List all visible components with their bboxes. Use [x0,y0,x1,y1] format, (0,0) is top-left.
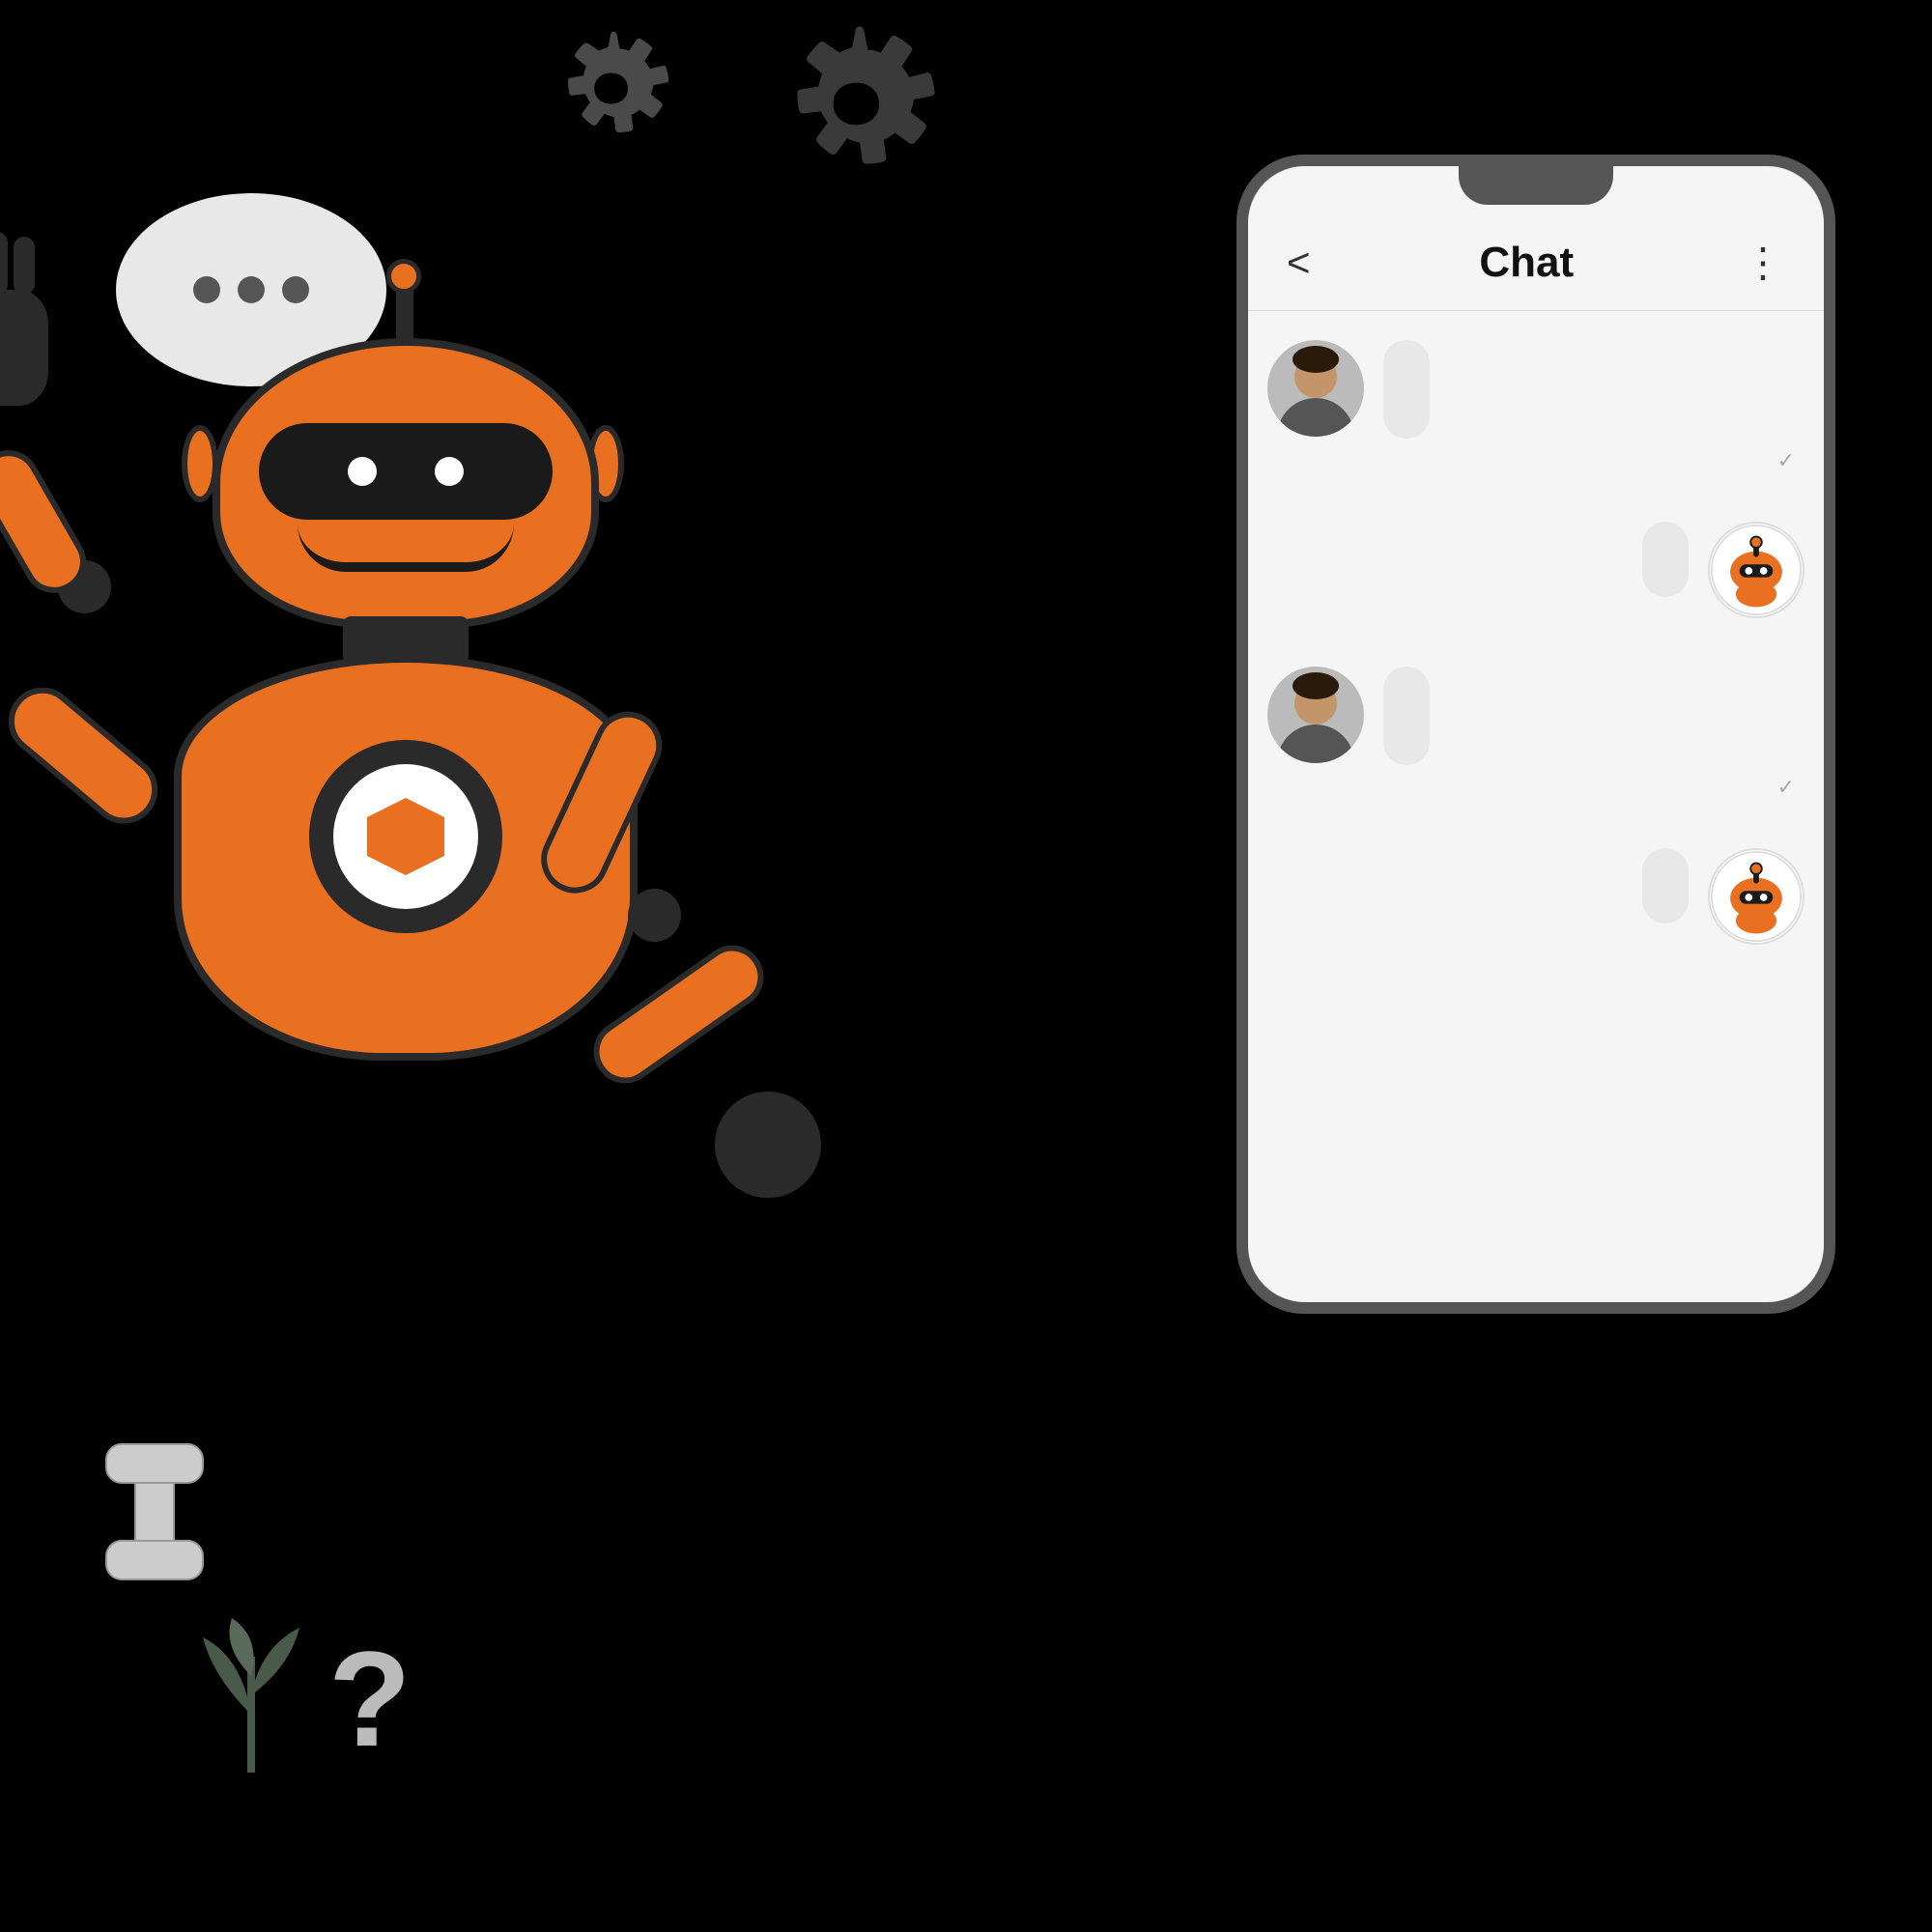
human-avatar-1 [1267,340,1364,437]
chat-header: < Chat ⋮ [1248,214,1824,311]
robot-eye-right [435,457,464,486]
chat-messages: ✓ [1248,311,1824,1302]
scene: ? [0,0,1932,1932]
chat-message-1 [1267,340,1804,439]
robot-chest-hex [367,798,444,875]
bot-avatar-1 [1708,522,1804,618]
message-tick-3: ✓ [1777,775,1795,799]
robot-smile [298,524,514,572]
chat-message-4 [1267,848,1804,945]
chat-message-2 [1267,522,1804,618]
chat-bubble-2 [1642,522,1689,597]
robot [97,251,753,1410]
smartphone-notch [1459,166,1613,205]
smartphone-screen: < Chat ⋮ [1248,166,1824,1302]
gear-top-right-icon [734,10,1024,299]
robot-visor [259,423,553,520]
chat-bubble-1 [1383,340,1430,439]
smartphone: < Chat ⋮ [1236,155,1835,1314]
robot-antenna-ball [386,259,421,294]
robot-hand-right [715,1092,821,1198]
menu-button[interactable]: ⋮ [1743,239,1785,286]
bot-avatar-2 [1708,848,1804,945]
chat-title: Chat [1479,239,1574,287]
chat-bubble-4 [1642,848,1689,923]
robot-eye-left [348,457,377,486]
back-button[interactable]: < [1287,240,1311,286]
robot-head [213,338,599,628]
robot-chest-inner [333,764,478,909]
question-mark: ? [328,1621,412,1777]
wrench-icon [77,1425,232,1604]
robot-chest-circle [309,740,502,933]
chat-bubble-3 [1383,667,1430,765]
robot-hand-waving [0,290,48,406]
chat-message-3 [1267,667,1804,765]
plant-icon [184,1618,319,1777]
human-avatar-2 [1267,667,1364,763]
gear-top-center-icon [522,19,734,232]
message-tick-1: ✓ [1777,448,1795,472]
